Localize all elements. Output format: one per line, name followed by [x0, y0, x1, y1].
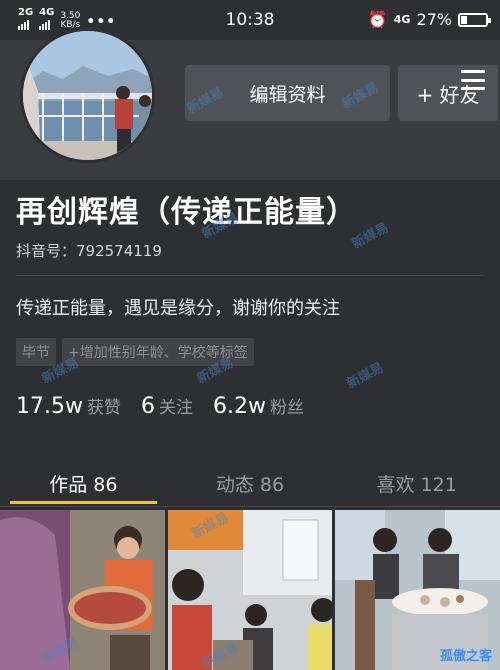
divider [16, 275, 484, 276]
avatar-photo [23, 31, 152, 160]
network-4g-indicator: 4G [393, 13, 411, 26]
tag-location[interactable]: 毕节 [16, 338, 56, 366]
tab-divider [0, 506, 500, 507]
video-thumbnail[interactable] [0, 510, 165, 670]
stat-likes[interactable]: 17.5w 获赞 [16, 393, 121, 419]
tab-likes[interactable]: 喜欢 121 [333, 462, 500, 506]
avatar[interactable] [20, 28, 155, 163]
battery-icon [458, 12, 491, 27]
stat-followers-count: 6.2w [212, 394, 266, 419]
watermark-text: 新媒易 [344, 360, 387, 393]
stat-following-label: 关注 [158, 398, 193, 418]
status-right: ⏰ 4G 27% [367, 10, 491, 29]
alarm-icon: ⏰ [367, 10, 388, 29]
profile-bio: 传递正能量，遇见是缘分，谢谢你的关注 [16, 298, 340, 319]
stat-following[interactable]: 6 关注 [141, 393, 193, 419]
tab-works[interactable]: 作品 86 [0, 462, 167, 506]
tab-moments[interactable]: 动态 86 [167, 462, 334, 506]
stat-followers[interactable]: 6.2w 粉丝 [213, 393, 304, 419]
site-watermark: 孤傲之客 [439, 649, 492, 664]
content-tabs: 作品 86 动态 86 喜欢 121 [0, 462, 500, 506]
video-thumbnail-image [0, 510, 165, 670]
stat-following-count: 6 [140, 394, 155, 419]
profile-stats: 17.5w 获赞 6 关注 6.2w 粉丝 [16, 393, 324, 419]
stat-likes-count: 17.5w [16, 394, 83, 419]
stat-followers-label: 粉丝 [269, 398, 304, 418]
account-id: 抖音号：792574119 [16, 242, 162, 260]
stat-likes-label: 获赞 [86, 398, 121, 418]
profile-name: 再创辉煌（传递正能量） [16, 195, 357, 230]
menu-icon[interactable] [455, 66, 491, 94]
battery-percent: 27% [416, 10, 452, 29]
